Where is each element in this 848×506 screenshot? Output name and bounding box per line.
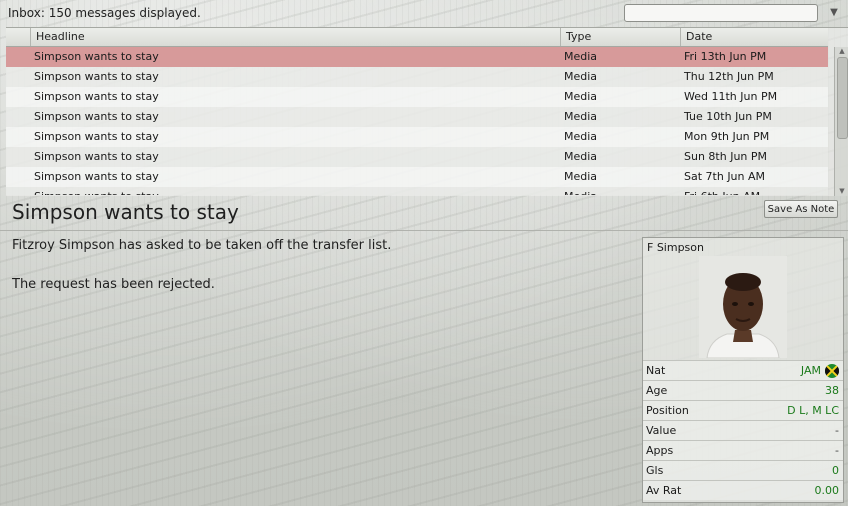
row-type: Media xyxy=(564,150,598,163)
stat-label: Position xyxy=(646,404,689,417)
table-row[interactable]: Simpson wants to stay Media Thu 12th Jun… xyxy=(6,67,828,87)
stat-row-av-rat: Av Rat 0.00 xyxy=(643,480,843,500)
row-type: Media xyxy=(564,50,598,63)
row-type: Media xyxy=(564,130,598,143)
player-name[interactable]: F Simpson xyxy=(647,241,704,254)
stat-row-apps: Apps - xyxy=(643,440,843,460)
table-row[interactable]: Simpson wants to stay Media Tue 10th Jun… xyxy=(6,107,828,127)
row-headline: Simpson wants to stay xyxy=(34,130,159,143)
row-date: Thu 12th Jun PM xyxy=(684,70,774,83)
stat-label: Apps xyxy=(646,444,674,457)
table-row[interactable]: Simpson wants to stay Media Fri 6th Jun … xyxy=(6,187,828,195)
stat-label: Gls xyxy=(646,464,664,477)
row-type: Media xyxy=(564,70,598,83)
jamaica-flag-icon xyxy=(825,364,839,378)
stat-label: Av Rat xyxy=(646,484,682,497)
row-type: Media xyxy=(564,187,597,195)
inbox-status-text: Inbox: 150 messages displayed. xyxy=(8,6,201,20)
row-date: Wed 11th Jun PM xyxy=(684,90,778,103)
table-row[interactable]: Simpson wants to stay Media Wed 11th Jun… xyxy=(6,87,828,107)
stat-value-position: D L, M LC xyxy=(787,404,839,417)
message-header: Simpson wants to stay Save As Note xyxy=(0,196,848,231)
stat-value-value: - xyxy=(835,424,839,437)
column-header-date[interactable]: Date xyxy=(680,28,828,46)
row-headline: Simpson wants to stay xyxy=(34,170,159,183)
row-headline: Simpson wants to stay xyxy=(34,90,159,103)
table-scrollbar[interactable]: ▲ ▼ xyxy=(834,47,848,196)
table-row[interactable]: Simpson wants to stay Media Fri 13th Jun… xyxy=(6,47,828,67)
column-header-type[interactable]: Type xyxy=(560,28,680,46)
stat-value-average-rating: 0.00 xyxy=(814,484,840,497)
stat-value-age: 38 xyxy=(825,384,839,397)
row-date: Fri 6th Jun AM xyxy=(684,187,760,195)
stat-row-value: Value - xyxy=(643,420,843,440)
row-type: Media xyxy=(564,110,598,123)
table-header: Headline Type Date xyxy=(6,28,828,47)
stat-row-gls: Gls 0 xyxy=(643,460,843,480)
table-row[interactable]: Simpson wants to stay Media Sun 8th Jun … xyxy=(6,147,828,167)
stat-value-goals: 0 xyxy=(832,464,839,477)
column-header-icon[interactable] xyxy=(6,28,30,46)
row-date: Sun 8th Jun PM xyxy=(684,150,768,163)
table-row[interactable]: Simpson wants to stay Media Mon 9th Jun … xyxy=(6,127,828,147)
message-body-paragraph: Fitzroy Simpson has asked to be taken of… xyxy=(12,238,392,253)
row-date: Fri 13th Jun PM xyxy=(684,50,767,63)
scroll-down-icon[interactable]: ▼ xyxy=(837,187,847,196)
scroll-thumb[interactable] xyxy=(837,57,848,139)
row-headline: Simpson wants to stay xyxy=(34,50,159,63)
row-headline: Simpson wants to stay xyxy=(34,110,159,123)
message-title: Simpson wants to stay xyxy=(12,200,239,224)
save-as-note-button[interactable]: Save As Note xyxy=(764,200,838,218)
table-rows: Simpson wants to stay Media Fri 13th Jun… xyxy=(6,47,828,195)
row-date: Mon 9th Jun PM xyxy=(684,130,770,143)
stat-row-age: Age 38 xyxy=(643,380,843,400)
stat-label: Value xyxy=(646,424,677,437)
row-type: Media xyxy=(564,90,598,103)
column-header-headline[interactable]: Headline xyxy=(30,28,560,46)
search-input[interactable] xyxy=(624,4,818,22)
stat-row-position: Position D L, M LC xyxy=(643,400,843,420)
stat-label: Nat xyxy=(646,364,666,377)
stat-value-apps: - xyxy=(835,444,839,457)
stat-value-nationality[interactable]: JAM xyxy=(801,361,821,380)
scroll-up-icon[interactable]: ▲ xyxy=(837,47,847,56)
table-row[interactable]: Simpson wants to stay Media Sat 7th Jun … xyxy=(6,167,828,187)
message-list: Headline Type Date Simpson wants to stay… xyxy=(6,27,848,196)
chevron-down-icon[interactable]: ▼ xyxy=(826,6,842,20)
row-date: Tue 10th Jun PM xyxy=(684,110,772,123)
row-type: Media xyxy=(564,170,598,183)
stat-row-nat: Nat JAM xyxy=(643,360,843,380)
row-headline: Simpson wants to stay xyxy=(34,150,159,163)
player-card[interactable]: F Simpson Nat JAM Age 38 Position D L, M… xyxy=(642,237,844,503)
player-photo xyxy=(699,256,787,358)
message-body-paragraph: The request has been rejected. xyxy=(12,277,215,292)
stat-label: Age xyxy=(646,384,668,397)
inbox-toolbar: Inbox: 150 messages displayed. ▼ xyxy=(0,0,848,27)
row-headline: Simpson wants to stay xyxy=(34,187,159,195)
row-date: Sat 7th Jun AM xyxy=(684,170,766,183)
row-headline: Simpson wants to stay xyxy=(34,70,159,83)
